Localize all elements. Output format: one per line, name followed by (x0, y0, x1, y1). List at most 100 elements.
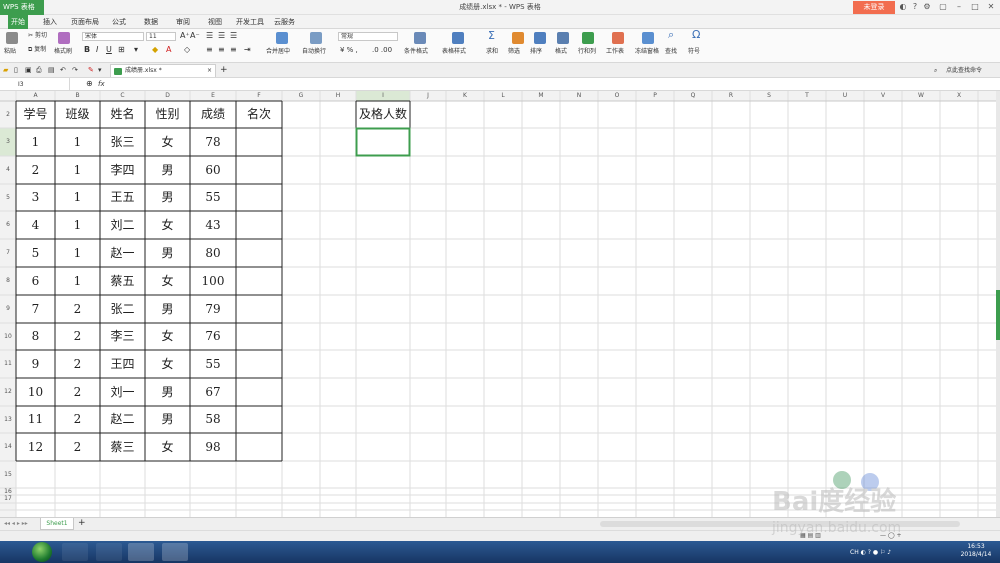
data-cell[interactable]: 12 (16, 433, 55, 461)
close-icon[interactable]: ✕ (986, 2, 996, 12)
zoom-slider[interactable]: — ◯ + (880, 532, 902, 540)
add-sheet-icon[interactable]: + (78, 519, 86, 528)
data-cell[interactable]: 7 (16, 295, 55, 323)
data-cell[interactable] (236, 378, 282, 406)
data-cell[interactable]: 2 (55, 323, 100, 350)
cut-button[interactable]: ✂ 剪切 (28, 32, 47, 40)
new-icon[interactable]: ▯ (14, 66, 18, 74)
data-cell[interactable]: 79 (190, 295, 236, 323)
data-cell[interactable]: 55 (190, 184, 236, 211)
column-header[interactable]: I (356, 91, 410, 101)
formula-input[interactable] (112, 79, 992, 90)
decimal-places-icon[interactable]: .0 .00 (372, 46, 392, 54)
currency-format-icon[interactable]: ¥ % , (340, 46, 358, 54)
sum-icon[interactable]: Σ (488, 30, 495, 41)
indent-icon[interactable]: ⇥ (244, 46, 251, 54)
column-header[interactable]: V (864, 91, 902, 101)
align-right-icon[interactable]: ≡ (230, 46, 237, 54)
data-cell[interactable]: 1 (55, 184, 100, 211)
row-col-button[interactable]: 行和列 (578, 48, 596, 56)
save-icon[interactable]: ▣ (25, 66, 32, 74)
sort-icon[interactable] (534, 32, 546, 44)
header-cell[interactable]: 性别 (145, 101, 190, 128)
freeze-panes-icon[interactable] (642, 32, 654, 44)
data-cell[interactable]: 2 (55, 350, 100, 378)
data-cell[interactable]: 王五 (100, 184, 145, 211)
data-cell[interactable]: 80 (190, 239, 236, 267)
sum-button[interactable]: 求和 (486, 48, 498, 56)
data-cell[interactable] (236, 267, 282, 295)
row-header[interactable]: 5 (0, 184, 16, 211)
data-cell[interactable]: 女 (145, 128, 190, 156)
align-bottom-icon[interactable]: ☰ (230, 32, 237, 40)
paste-icon[interactable] (6, 32, 18, 44)
align-left-icon[interactable]: ≡ (206, 46, 213, 54)
tab-cloud[interactable]: 云服务 (274, 15, 295, 29)
column-header[interactable]: M (522, 91, 560, 101)
merge-center-button[interactable]: 合并居中 (266, 48, 290, 56)
data-cell[interactable]: 女 (145, 211, 190, 239)
restore-window-icon[interactable]: ▢ (938, 2, 948, 12)
data-cell[interactable]: 60 (190, 156, 236, 184)
column-header[interactable]: U (826, 91, 864, 101)
document-tab[interactable]: 成绩册.xlsx * × (110, 64, 216, 77)
header-cell[interactable]: 学号 (16, 101, 55, 128)
row-header[interactable]: 12 (0, 378, 16, 406)
sheet-title-cell[interactable]: xx小学xx学科成绩册 (16, 91, 282, 101)
print-icon[interactable]: ⎙ (36, 66, 42, 74)
column-header[interactable]: S (750, 91, 788, 101)
data-cell[interactable]: 刘一 (100, 378, 145, 406)
underline-button[interactable]: U (106, 46, 112, 54)
redo-icon[interactable]: ↷ (72, 66, 78, 74)
column-header[interactable]: X (940, 91, 978, 101)
clear-format-icon[interactable]: ◇ (184, 46, 190, 54)
search-command-link[interactable]: 点此查找命令 (946, 67, 982, 75)
data-cell[interactable] (236, 184, 282, 211)
row-col-icon[interactable] (582, 32, 594, 44)
column-header[interactable]: J (410, 91, 446, 101)
column-header[interactable]: H (320, 91, 356, 101)
data-cell[interactable] (236, 211, 282, 239)
format-painter-icon[interactable] (58, 32, 70, 44)
data-cell[interactable] (236, 295, 282, 323)
data-cell[interactable]: 女 (145, 433, 190, 461)
freeze-panes-button[interactable]: 冻结窗格 (635, 48, 659, 56)
data-cell[interactable]: 3 (16, 184, 55, 211)
table-style-button[interactable]: 表格样式 (442, 48, 466, 56)
row-header[interactable]: 14 (0, 433, 16, 461)
data-cell[interactable]: 11 (16, 406, 55, 433)
data-cell[interactable]: 8 (16, 323, 55, 350)
data-cell[interactable]: 刘二 (100, 211, 145, 239)
format-painter-button[interactable]: 格式刷 (54, 48, 72, 56)
filter-button[interactable]: 筛选 (508, 48, 520, 56)
login-button[interactable]: 未登录 (853, 1, 895, 14)
data-cell[interactable]: 1 (55, 128, 100, 156)
more-icon[interactable]: ▾ (98, 66, 102, 74)
column-header[interactable]: R (712, 91, 750, 101)
data-cell[interactable]: 男 (145, 184, 190, 211)
row-header[interactable]: 11 (0, 350, 16, 378)
fill-color-icon[interactable]: ◆ (152, 46, 158, 54)
row-header[interactable]: 13 (0, 406, 16, 433)
align-center-icon[interactable]: ≡ (218, 46, 225, 54)
horizontal-scrollbar[interactable] (600, 521, 960, 527)
worksheet-button[interactable]: 工作表 (606, 48, 624, 56)
system-clock[interactable]: 16:53 2018/4/14 (956, 543, 996, 561)
start-button-icon[interactable] (32, 542, 52, 562)
grow-font-icon[interactable]: A⁺ (180, 32, 190, 40)
data-cell[interactable]: 1 (55, 156, 100, 184)
data-cell[interactable]: 2 (16, 156, 55, 184)
number-format-select[interactable]: 常规 (338, 32, 398, 41)
data-cell[interactable]: 赵一 (100, 239, 145, 267)
data-cell[interactable]: 58 (190, 406, 236, 433)
open-icon[interactable]: ▰ (3, 66, 8, 74)
data-cell[interactable] (236, 433, 282, 461)
sheet-nav-icon[interactable]: ◂◂ ◂ ▸ ▸▸ (4, 520, 28, 528)
data-cell[interactable]: 2 (55, 433, 100, 461)
sheet-tab-sheet1[interactable]: Sheet1 (40, 518, 74, 530)
data-cell[interactable]: 男 (145, 378, 190, 406)
data-cell[interactable]: 男 (145, 239, 190, 267)
column-header[interactable]: W (902, 91, 940, 101)
data-cell[interactable] (236, 156, 282, 184)
data-cell[interactable]: 4 (16, 211, 55, 239)
